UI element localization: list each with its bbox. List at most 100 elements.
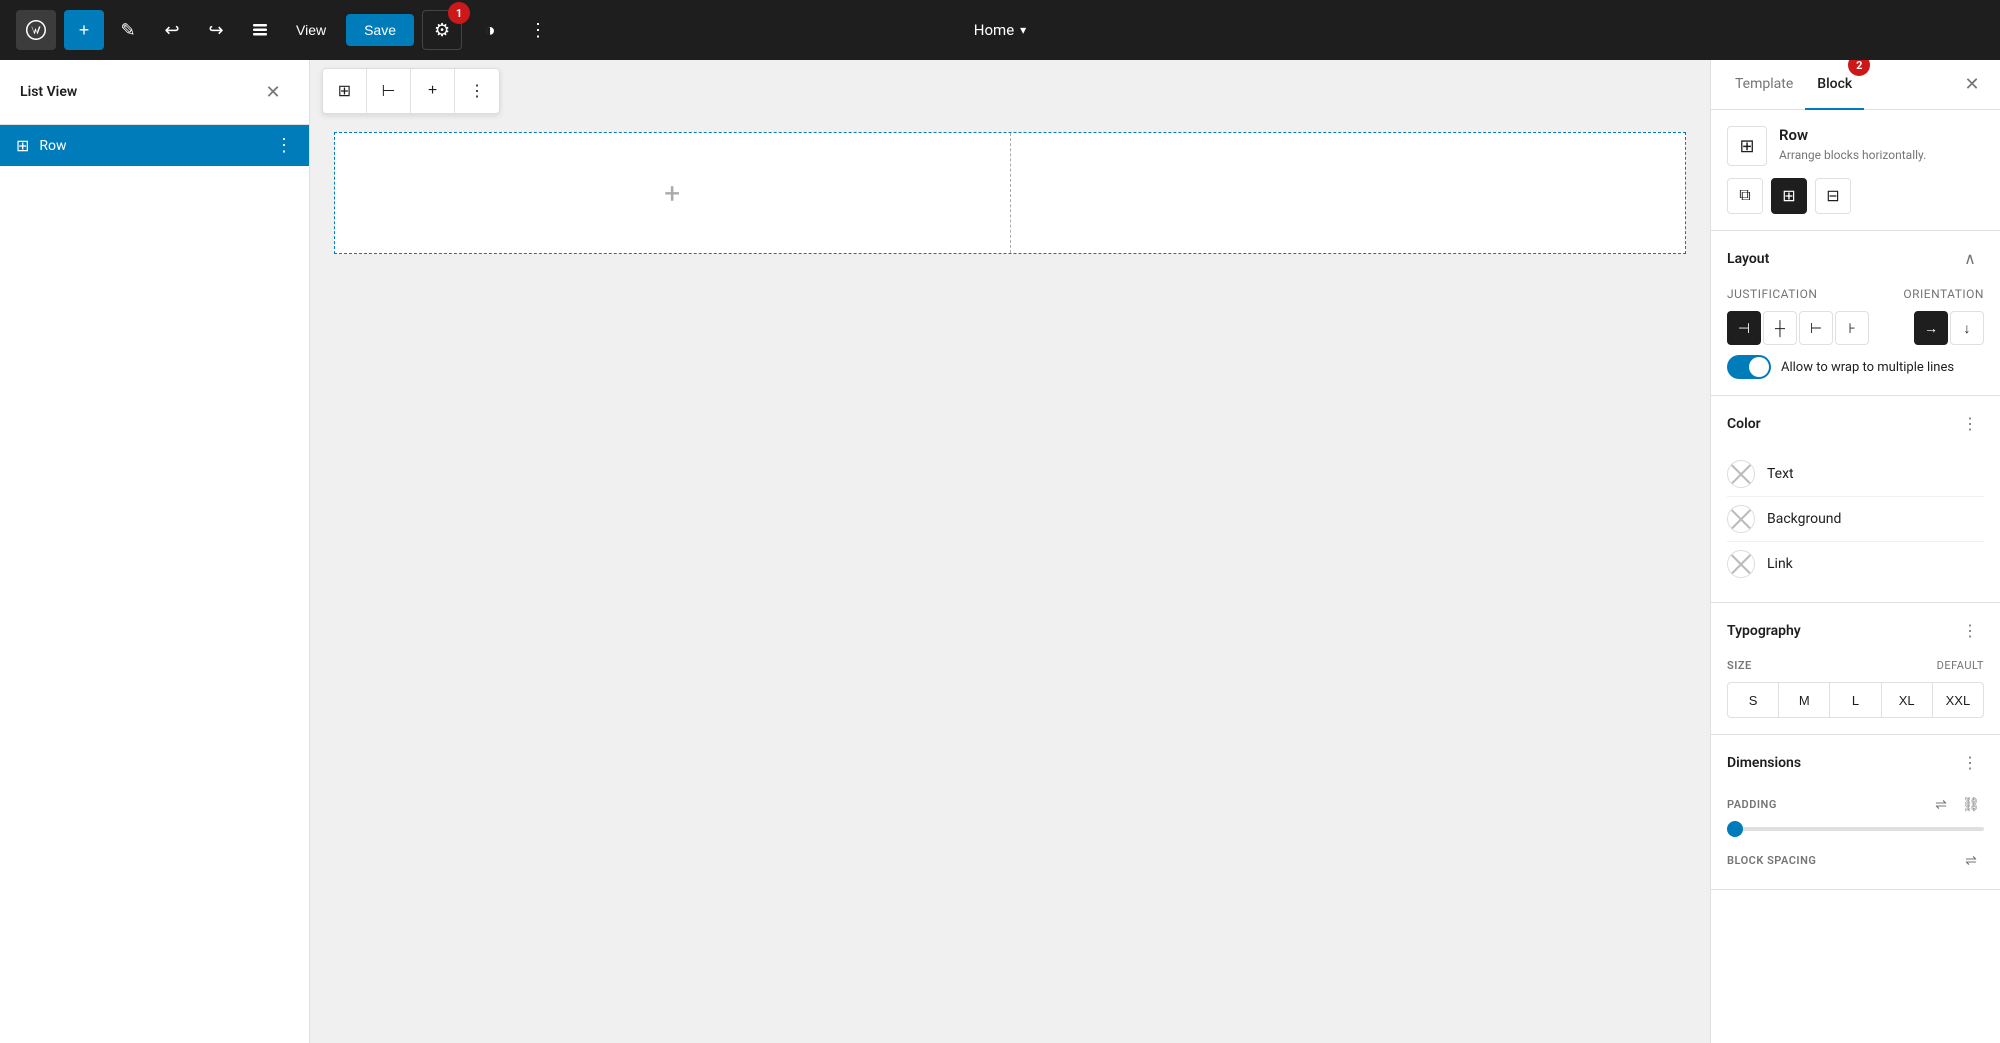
block-floating-toolbar: ⊞ ⊢ + ⋮ (322, 68, 500, 114)
justify-center-button[interactable]: ┼ (1763, 311, 1797, 345)
edit-mode-button[interactable]: ✎ (108, 10, 148, 50)
main-layout: List View ✕ ⊞ Row ⋮ ⊞ ⊢ + ⋮ + Template B… (0, 60, 2000, 1043)
layout-justification-row: Justification Orientation (1727, 287, 1984, 301)
block-spacing-label-row: BLOCK SPACING ⇌ (1727, 847, 1984, 873)
color-section-title: Color (1727, 416, 1761, 432)
size-s-button[interactable]: S (1728, 683, 1779, 717)
size-xxl-button[interactable]: XXL (1933, 683, 1983, 717)
padding-slider[interactable] (1727, 827, 1984, 831)
tab-block[interactable]: Block (1805, 60, 1864, 110)
color-background-row: Background (1727, 497, 1984, 542)
typography-section-header[interactable]: Typography ⋮ (1711, 603, 2000, 659)
list-view-button[interactable] (240, 10, 280, 50)
sidebar-title: List View (20, 84, 77, 100)
page-title-chevron: ▾ (1020, 23, 1026, 37)
padding-label-row: PADDING ⇌ ⛓ (1727, 791, 1984, 817)
row-block-icon: ⊞ (16, 136, 29, 155)
justify-buttons: ⊣ ┼ ⊢ ⊦ (1727, 311, 1869, 345)
toolbar-center: Home ▾ (974, 21, 1026, 39)
layout-collapse-button[interactable]: ∧ (1956, 245, 1984, 273)
text-color-circle[interactable] (1727, 460, 1755, 488)
color-controls: Text Background Link (1711, 452, 2000, 602)
toolbar-left: + ✎ ↩ ↪ (16, 10, 280, 50)
sidebar-item-row[interactable]: ⊞ Row ⋮ (0, 125, 309, 166)
save-button[interactable]: Save (346, 14, 414, 46)
editor-area[interactable]: ⊞ ⊢ + ⋮ + (310, 60, 1710, 1043)
theme-toggle-button[interactable]: ◑ (470, 10, 510, 50)
typo-default-label: DEFAULT (1937, 659, 1984, 672)
size-m-button[interactable]: M (1779, 683, 1830, 717)
block-align-button[interactable]: ⊢ (367, 69, 411, 113)
block-name: Row (1779, 126, 1984, 144)
duplicate-block-button[interactable]: ⧉ (1727, 178, 1763, 214)
orient-horizontal-button[interactable]: → (1914, 311, 1948, 345)
size-xl-button[interactable]: XL (1882, 683, 1933, 717)
block-name-section: Row Arrange blocks horizontally. (1779, 126, 1984, 164)
row-column-2[interactable] (1011, 133, 1686, 253)
undo-button[interactable]: ↩ (152, 10, 192, 50)
layout-buttons-row: ⊣ ┼ ⊢ ⊦ → ↓ (1727, 311, 1984, 345)
justify-right-button[interactable]: ⊢ (1799, 311, 1833, 345)
justification-label: Justification (1727, 287, 1856, 301)
dimensions-section-actions: ⋮ (1956, 749, 1984, 777)
tab-block-wrap: Block 2 (1805, 60, 1864, 109)
orient-vertical-button[interactable]: ↓ (1950, 311, 1984, 345)
padding-settings-button[interactable]: ⇌ (1928, 791, 1954, 817)
block-add-button[interactable]: + (411, 69, 455, 113)
list-view-icon (251, 21, 269, 39)
panel-close-button[interactable]: ✕ (1956, 69, 1988, 101)
link-color-circle[interactable] (1727, 550, 1755, 578)
layout-section-header[interactable]: Layout ∧ (1711, 231, 2000, 287)
top-toolbar: + ✎ ↩ ↪ Home ▾ View Save ⚙ 1 ◑ ⋮ (0, 0, 2000, 60)
color-text-row: Text (1727, 452, 1984, 497)
row-layout-button[interactable]: ⊞ (1771, 178, 1807, 214)
wrap-label: Allow to wrap to multiple lines (1781, 360, 1954, 375)
block-type-button[interactable]: ⊞ (323, 69, 367, 113)
more-options-button[interactable]: ⋮ (518, 10, 558, 50)
settings-button[interactable]: ⚙ (422, 10, 462, 50)
color-more-button[interactable]: ⋮ (1956, 410, 1984, 438)
toggle-knob (1749, 357, 1769, 377)
view-button[interactable]: View (284, 14, 338, 46)
typo-size-row: SIZE DEFAULT (1727, 659, 1984, 672)
block-options-button[interactable]: ⋮ (455, 69, 499, 113)
dimensions-more-button[interactable]: ⋮ (1956, 749, 1984, 777)
orientation-label: Orientation (1903, 287, 1984, 301)
size-l-button[interactable]: L (1830, 683, 1881, 717)
sidebar-close-button[interactable]: ✕ (257, 76, 289, 108)
typography-section-actions: ⋮ (1956, 617, 1984, 645)
justify-space-button[interactable]: ⊦ (1835, 311, 1869, 345)
sidebar-header: List View ✕ (0, 60, 309, 125)
page-title-text: Home (974, 21, 1014, 39)
toolbar-right: View Save ⚙ 1 ◑ ⋮ (284, 10, 558, 50)
layout-section: Layout ∧ Justification Orientation ⊣ (1711, 231, 2000, 396)
padding-slider-thumb[interactable] (1727, 821, 1743, 837)
wordpress-logo[interactable] (16, 10, 56, 50)
row-column-1[interactable]: + (335, 133, 1011, 253)
justify-left-button[interactable]: ⊣ (1727, 311, 1761, 345)
add-block-button[interactable]: + (64, 10, 104, 50)
tab-template[interactable]: Template (1723, 60, 1805, 110)
layout-section-actions: ∧ (1956, 245, 1984, 273)
text-color-label: Text (1767, 466, 1794, 482)
stack-layout-button[interactable]: ⊟ (1815, 178, 1851, 214)
wrap-toggle[interactable] (1727, 355, 1771, 379)
block-spacing-actions: ⇌ (1958, 847, 1984, 873)
size-buttons: S M L XL XXL (1727, 682, 1984, 718)
row-block[interactable]: + (334, 132, 1686, 254)
typography-more-button[interactable]: ⋮ (1956, 617, 1984, 645)
background-color-circle[interactable] (1727, 505, 1755, 533)
padding-actions: ⇌ ⛓ (1928, 791, 1984, 817)
color-section-header[interactable]: Color ⋮ (1711, 396, 2000, 452)
page-title[interactable]: Home ▾ (974, 21, 1026, 39)
padding-link-button[interactable]: ⛓ (1958, 791, 1984, 817)
panel-tabs: Template Block 2 ✕ (1711, 60, 2000, 110)
row-block-more[interactable]: ⋮ (275, 135, 293, 156)
redo-button[interactable]: ↪ (196, 10, 236, 50)
dimensions-section-header[interactable]: Dimensions ⋮ (1711, 735, 2000, 791)
block-spacing-settings-button[interactable]: ⇌ (1958, 847, 1984, 873)
sidebar: List View ✕ ⊞ Row ⋮ (0, 60, 310, 1043)
block-type-icon: ⊞ (1727, 126, 1767, 166)
link-color-label: Link (1767, 556, 1793, 572)
color-section: Color ⋮ Text Background Link (1711, 396, 2000, 603)
